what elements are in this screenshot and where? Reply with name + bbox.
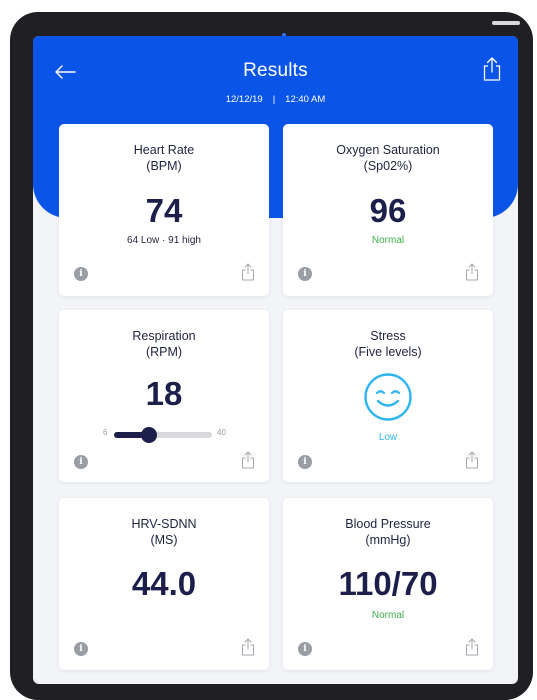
hrv-value: 44.0 <box>131 565 197 602</box>
card-title: HRV-SDNN <box>131 517 197 531</box>
slider-track[interactable] <box>114 427 212 443</box>
slider-thumb[interactable] <box>140 427 157 443</box>
status-label: Normal <box>371 235 405 246</box>
app-screen: Results 12/12/19 | 12:40 AM Heart Rate (BP… <box>33 36 518 684</box>
share-button[interactable] <box>481 56 503 82</box>
card-unit: (RPM) <box>145 345 183 359</box>
share-icon[interactable] <box>465 263 479 281</box>
info-icon[interactable]: i <box>74 642 88 656</box>
respiration-slider[interactable]: 6 40 <box>99 427 239 443</box>
heart-rate-range: 64 Low · 91 high <box>127 235 201 246</box>
smiley-icon <box>364 373 412 421</box>
date-time-line: 12/12/19 | 12:40 AM <box>33 94 518 105</box>
card-title: Blood Pressure <box>345 517 431 531</box>
stress-level-label: Low <box>378 432 398 443</box>
date-time-separator: | <box>272 94 276 105</box>
info-icon[interactable]: i <box>74 455 88 469</box>
info-icon[interactable]: i <box>74 267 88 281</box>
hrv-sdnn-card[interactable]: HRV-SDNN (MS) 44.0 i <box>59 498 269 670</box>
slider-max-label: 40 <box>217 428 226 437</box>
info-icon[interactable]: i <box>298 267 312 281</box>
card-title: Oxygen Saturation <box>336 143 440 157</box>
page-title: Results <box>243 60 308 81</box>
share-icon[interactable] <box>465 451 479 469</box>
card-unit: (Sp02%) <box>363 159 413 173</box>
heart-rate-value: 74 <box>145 192 183 229</box>
share-icon[interactable] <box>241 638 255 656</box>
info-icon[interactable]: i <box>298 455 312 469</box>
blood-pressure-card[interactable]: Blood Pressure (mmHg) 110/70 Normal i <box>283 498 493 670</box>
share-icon[interactable] <box>465 638 479 656</box>
heart-rate-card[interactable]: Heart Rate (BPM) 74 64 Low · 91 high i <box>59 124 269 296</box>
info-icon[interactable]: i <box>298 642 312 656</box>
card-title: Stress <box>370 329 406 343</box>
respiration-value: 18 <box>145 375 183 412</box>
share-icon <box>483 57 501 81</box>
status-label: Normal <box>371 610 405 621</box>
card-unit: (MS) <box>150 533 178 547</box>
slider-min-label: 6 <box>103 428 108 437</box>
stress-card[interactable]: Stress (Five levels) Low i <box>283 310 493 482</box>
share-icon[interactable] <box>241 263 255 281</box>
card-unit: (mmHg) <box>365 533 411 547</box>
blood-pressure-value: 110/70 <box>338 565 438 602</box>
card-title: Respiration <box>132 329 196 343</box>
time-text: 12:40 AM <box>285 94 326 105</box>
card-unit: (BPM) <box>146 159 182 173</box>
card-title: Heart Rate <box>133 143 195 157</box>
device-button <box>492 21 520 25</box>
respiration-card[interactable]: Respiration (RPM) 18 6 40 i <box>59 310 269 482</box>
oxygen-value: 96 <box>369 192 407 229</box>
card-unit: (Five levels) <box>354 345 422 359</box>
date-text: 12/12/19 <box>225 94 263 105</box>
share-icon[interactable] <box>241 451 255 469</box>
oxygen-saturation-card[interactable]: Oxygen Saturation (Sp02%) 96 Normal i <box>283 124 493 296</box>
